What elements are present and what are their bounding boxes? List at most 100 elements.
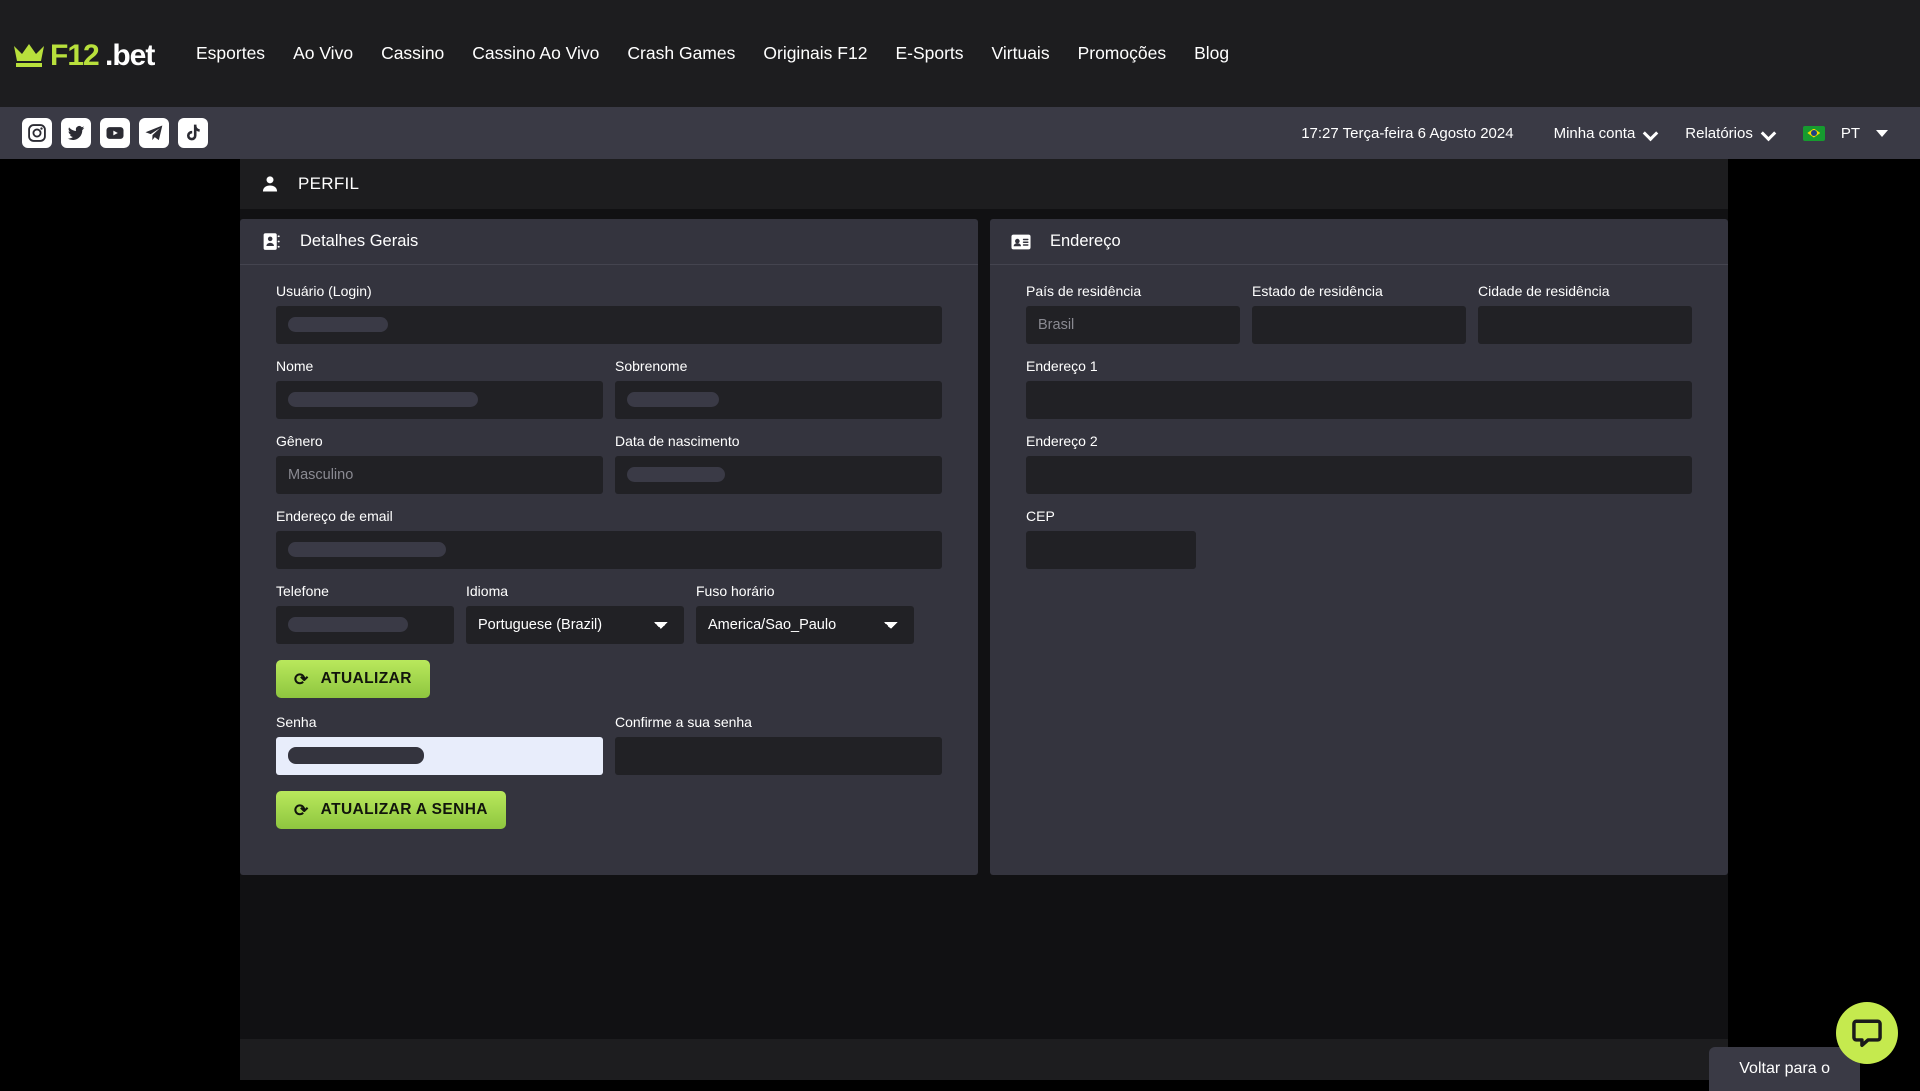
email-input[interactable] bbox=[276, 531, 942, 569]
country-label: País de residência bbox=[1026, 283, 1240, 299]
email-label: Endereço de email bbox=[276, 508, 942, 524]
live-chat-button[interactable] bbox=[1836, 1002, 1898, 1064]
address2-field-group: Endereço 2 bbox=[1026, 433, 1692, 494]
password-confirm-label: Confirme a sua senha bbox=[615, 714, 942, 730]
timezone-select[interactable]: America/Sao_Paulo bbox=[696, 606, 914, 644]
city-input[interactable] bbox=[1478, 306, 1692, 344]
nav-link-originais-f12[interactable]: Originais F12 bbox=[749, 39, 881, 69]
telegram-icon bbox=[144, 123, 164, 143]
nav-link-e-sports[interactable]: E-Sports bbox=[881, 39, 977, 69]
country-input[interactable] bbox=[1026, 306, 1240, 344]
svg-text:F12: F12 bbox=[50, 39, 99, 72]
nav-link-crash-games[interactable]: Crash Games bbox=[613, 39, 749, 69]
gender-label: Gênero bbox=[276, 433, 603, 449]
city-label: Cidade de residência bbox=[1478, 283, 1692, 299]
instagram-icon bbox=[27, 123, 47, 143]
update-button[interactable]: ⟳ ATUALIZAR bbox=[276, 660, 430, 698]
password-row: Senha Confirme a sua senha bbox=[276, 714, 942, 789]
zip-label: CEP bbox=[1026, 508, 1692, 524]
address-header: Endereço bbox=[990, 219, 1728, 265]
general-details-header: Detalhes Gerais bbox=[240, 219, 978, 265]
phone-input[interactable] bbox=[276, 606, 454, 644]
username-input[interactable] bbox=[276, 306, 942, 344]
password-input[interactable] bbox=[276, 737, 603, 775]
firstname-label: Nome bbox=[276, 358, 603, 374]
secondary-bar: 17:27 Terça-feira 6 Agosto 2024 Minha co… bbox=[0, 107, 1920, 159]
brand-logo[interactable]: F12 .bet bbox=[12, 31, 162, 77]
city-field-group: Cidade de residência bbox=[1478, 283, 1692, 344]
update-password-button[interactable]: ⟳ ATUALIZAR A SENHA bbox=[276, 791, 506, 829]
footer-bar bbox=[240, 1039, 1728, 1080]
panels-container: Detalhes Gerais Usuário (Login) Nome Sob… bbox=[240, 209, 1728, 875]
language-selector[interactable]: PT bbox=[1789, 119, 1902, 148]
email-field-group: Endereço de email bbox=[276, 508, 942, 569]
general-details-title: Detalhes Gerais bbox=[300, 232, 418, 251]
country-field-group: País de residência bbox=[1026, 283, 1240, 344]
address-body: País de residência Estado de residência … bbox=[990, 265, 1728, 613]
gender-birth-row: Gênero Data de nascimento bbox=[276, 433, 942, 508]
refresh-icon: ⟳ bbox=[294, 802, 309, 819]
lastname-input[interactable] bbox=[615, 381, 942, 419]
state-input[interactable] bbox=[1252, 306, 1466, 344]
user-icon bbox=[260, 174, 280, 194]
tiktok-icon bbox=[183, 123, 203, 143]
main-nav-links: Esportes Ao Vivo Cassino Cassino Ao Vivo… bbox=[182, 39, 1243, 69]
secondary-bar-right: 17:27 Terça-feira 6 Agosto 2024 Minha co… bbox=[1301, 119, 1920, 148]
gender-input[interactable] bbox=[276, 456, 603, 494]
my-account-dropdown[interactable]: Minha conta bbox=[1540, 119, 1672, 148]
social-links bbox=[22, 118, 208, 148]
id-card-icon bbox=[1010, 231, 1032, 253]
phone-field-group: Telefone bbox=[276, 583, 454, 644]
address1-input[interactable] bbox=[1026, 381, 1692, 419]
zip-field-group: CEP bbox=[1026, 508, 1692, 569]
instagram-link[interactable] bbox=[22, 118, 52, 148]
location-row: País de residência Estado de residência … bbox=[1026, 283, 1692, 358]
chevron-down-icon bbox=[1876, 130, 1888, 137]
password-field-group: Senha bbox=[276, 714, 603, 775]
nav-link-blog[interactable]: Blog bbox=[1180, 39, 1243, 69]
timezone-field-group: Fuso horário America/Sao_Paulo bbox=[696, 583, 914, 644]
general-details-body: Usuário (Login) Nome Sobrenome bbox=[240, 265, 978, 875]
chat-bubble-icon bbox=[1851, 1017, 1883, 1049]
birthdate-field-group: Data de nascimento bbox=[615, 433, 942, 494]
general-details-panel: Detalhes Gerais Usuário (Login) Nome Sob… bbox=[240, 219, 978, 875]
update-password-button-label: ATUALIZAR A SENHA bbox=[321, 801, 488, 819]
nav-link-ao-vivo[interactable]: Ao Vivo bbox=[279, 39, 367, 69]
refresh-icon: ⟳ bbox=[294, 671, 309, 688]
telegram-link[interactable] bbox=[139, 118, 169, 148]
birthdate-input[interactable] bbox=[615, 456, 942, 494]
birthdate-label: Data de nascimento bbox=[615, 433, 942, 449]
top-navigation-bar: F12 .bet Esportes Ao Vivo Cassino Cassin… bbox=[0, 0, 1920, 107]
password-confirm-input[interactable] bbox=[615, 737, 942, 775]
lastname-field-group: Sobrenome bbox=[615, 358, 942, 419]
name-row: Nome Sobrenome bbox=[276, 358, 942, 433]
chevron-down-icon bbox=[1644, 127, 1657, 140]
language-select[interactable]: Portuguese (Brazil) bbox=[466, 606, 684, 644]
chevron-down-icon bbox=[1762, 127, 1775, 140]
phone-label: Telefone bbox=[276, 583, 454, 599]
page-content: PERFIL Detalhes Gerais bbox=[240, 159, 1728, 1039]
twitter-icon bbox=[66, 123, 86, 143]
nav-link-cassino[interactable]: Cassino bbox=[367, 39, 458, 69]
page-title: PERFIL bbox=[298, 174, 359, 194]
firstname-input[interactable] bbox=[276, 381, 603, 419]
nav-link-promocoes[interactable]: Promoções bbox=[1064, 39, 1181, 69]
state-field-group: Estado de residência bbox=[1252, 283, 1466, 344]
tiktok-link[interactable] bbox=[178, 118, 208, 148]
reports-label: Relatórios bbox=[1685, 125, 1753, 142]
password-label: Senha bbox=[276, 714, 603, 730]
page-header: PERFIL bbox=[240, 159, 1728, 209]
youtube-link[interactable] bbox=[100, 118, 130, 148]
gender-field-group: Gênero bbox=[276, 433, 603, 494]
address2-label: Endereço 2 bbox=[1026, 433, 1692, 449]
reports-dropdown[interactable]: Relatórios bbox=[1671, 119, 1789, 148]
zip-input[interactable] bbox=[1026, 531, 1196, 569]
twitter-link[interactable] bbox=[61, 118, 91, 148]
nav-link-cassino-ao-vivo[interactable]: Cassino Ao Vivo bbox=[458, 39, 613, 69]
datetime-display: 17:27 Terça-feira 6 Agosto 2024 bbox=[1301, 125, 1513, 142]
address2-input[interactable] bbox=[1026, 456, 1692, 494]
back-to-top-button[interactable]: Voltar para o bbox=[1709, 1047, 1860, 1091]
svg-text:.bet: .bet bbox=[105, 39, 155, 72]
nav-link-esportes[interactable]: Esportes bbox=[182, 39, 279, 69]
nav-link-virtuais[interactable]: Virtuais bbox=[978, 39, 1064, 69]
